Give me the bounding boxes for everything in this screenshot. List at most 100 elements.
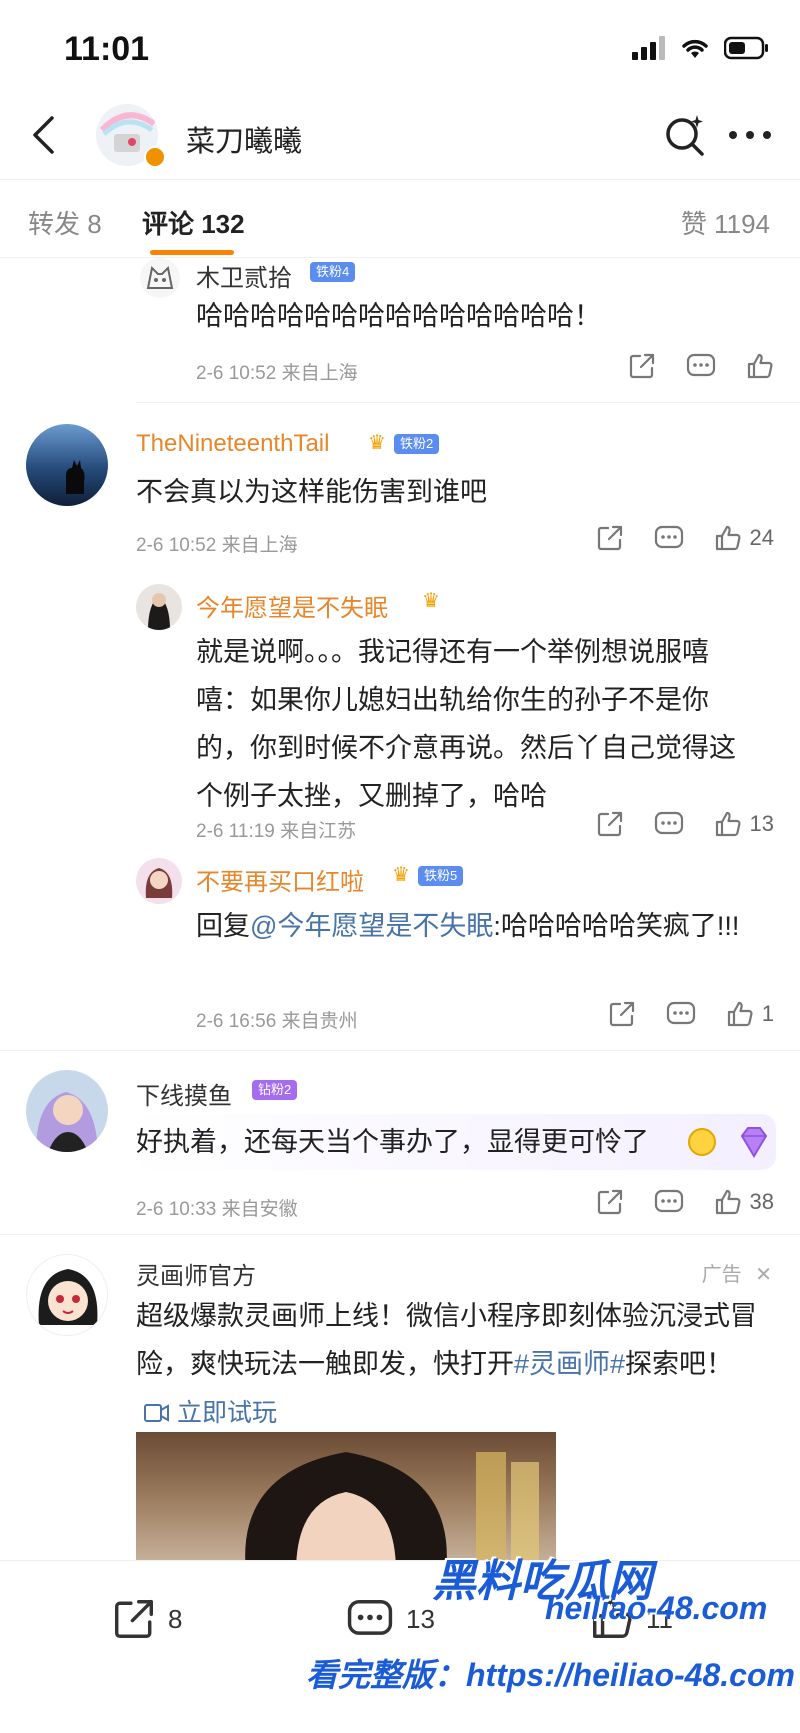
comment-count: 13: [406, 1603, 435, 1634]
thumbs-up-icon: [715, 1189, 741, 1215]
avatar[interactable]: [140, 258, 180, 298]
reply-text: :哈哈哈哈哈笑疯了!!!: [493, 911, 740, 941]
thumbs-up-icon: [727, 1001, 753, 1027]
ad-text-tail: 探索吧！: [625, 1349, 734, 1379]
sweat-emoji-icon: [688, 1128, 716, 1156]
comment-text: 回复@今年愿望是不失眠:哈哈哈哈哈笑疯了!!!: [196, 902, 756, 950]
comment-text: 不会真以为这样能伤害到谁吧: [136, 477, 487, 507]
hashtag-link[interactable]: #灵画师#: [514, 1349, 625, 1379]
like-button[interactable]: [746, 352, 774, 380]
thumbs-up-icon: [715, 811, 741, 837]
fan-badge: 铁粉2: [394, 434, 440, 454]
page-title: 菜刀曦曦: [186, 126, 303, 158]
like-button[interactable]: 13: [714, 810, 774, 838]
fan-badge: 铁粉4: [310, 262, 356, 282]
comment-icon: [654, 1189, 683, 1213]
share-button[interactable]: [596, 1188, 624, 1216]
crown-icon: ♛: [422, 590, 440, 612]
repost-button[interactable]: 8: [112, 1597, 182, 1641]
status-time: 11:01: [64, 30, 150, 68]
play-icon: [144, 1404, 169, 1422]
fan-badge: 铁粉5: [418, 866, 464, 886]
chevron-left-icon: [33, 116, 54, 154]
close-icon[interactable]: ✕: [755, 1264, 772, 1286]
ad-label[interactable]: 广告 ✕: [702, 1258, 772, 1287]
more-button[interactable]: [722, 110, 778, 160]
comment-text: 就是说啊。。。我记得还有一个举例想说服嘻嘻：如果你儿媳妇出轨给你生的孙子不是你的…: [196, 637, 736, 811]
like-count: 1: [761, 1001, 774, 1026]
tab-repost[interactable]: 转发 8: [28, 204, 102, 241]
comment-item: TheNineteenthTail ♛ 铁粉2 不会真以为这样能伤害到谁吧 2-…: [0, 424, 800, 564]
commenter-name[interactable]: 下线摸鱼: [136, 1076, 232, 1111]
like-button[interactable]: 24: [714, 524, 774, 552]
comment-actions: 38: [566, 1188, 774, 1216]
thumbs-up-icon: [747, 353, 773, 379]
tab-bar: 转发 8 评论 132 赞 1194: [0, 180, 800, 258]
verified-badge-icon: [144, 146, 166, 168]
like-count: 24: [749, 525, 774, 550]
share-button[interactable]: [608, 1000, 636, 1028]
comment-icon: [686, 353, 716, 377]
share-button[interactable]: [596, 524, 624, 552]
comment-meta: 2-6 10:33 来自安徽: [136, 1199, 298, 1220]
divider: [0, 1234, 800, 1235]
advertiser-name[interactable]: 灵画师官方: [136, 1256, 256, 1291]
tab-comments[interactable]: 评论 132: [142, 204, 245, 241]
share-icon: [609, 1001, 634, 1027]
comment-text: 哈哈哈哈哈哈哈哈哈哈哈哈哈哈！: [196, 301, 601, 331]
watermark-url: heiliao-48.com: [545, 1590, 768, 1626]
header: 菜刀曦曦: [0, 96, 800, 180]
comment-icon: [666, 1001, 695, 1025]
crown-icon: ♛: [392, 864, 410, 886]
share-icon: [597, 811, 622, 837]
comment-actions: [598, 352, 774, 380]
reply-prefix: 回复: [196, 911, 250, 941]
share-icon: [597, 1189, 622, 1215]
watermark-full-url: 看完整版：https://heiliao-48.com: [306, 1657, 795, 1693]
commenter-name[interactable]: 不要再买口红啦: [196, 862, 364, 897]
share-button[interactable]: [596, 810, 624, 838]
reply-item: 今年愿望是不失眠 ♛ 就是说啊。。。我记得还有一个举例想说服嘻嘻：如果你儿媳妇出…: [0, 584, 800, 842]
commenter-name[interactable]: 木卫贰拾: [196, 258, 292, 293]
comment-button[interactable]: 13: [346, 1597, 435, 1641]
status-icons: [632, 36, 770, 60]
avatar[interactable]: [26, 424, 108, 506]
search-button[interactable]: [660, 110, 710, 160]
commenter-name[interactable]: 今年愿望是不失眠: [196, 588, 388, 623]
reply-button[interactable]: [666, 1000, 696, 1028]
divider: [0, 1050, 800, 1051]
comment-meta: 2-6 11:19 来自江苏: [196, 821, 357, 842]
commenter-name[interactable]: TheNineteenthTail: [136, 430, 329, 458]
avatar[interactable]: [26, 1070, 108, 1152]
like-button[interactable]: 38: [714, 1188, 774, 1216]
avatar[interactable]: [136, 858, 182, 904]
comment-actions: 1: [578, 1000, 774, 1028]
search-sparkle-icon: [666, 115, 704, 156]
fan-badge: 钻粉2: [252, 1080, 298, 1100]
reply-button[interactable]: [654, 810, 684, 838]
mention-link[interactable]: @今年愿望是不失眠: [250, 911, 493, 941]
wifi-icon: [682, 39, 708, 58]
comment-meta: 2-6 10:52 来自上海: [136, 535, 298, 556]
reply-button[interactable]: [654, 1188, 684, 1216]
bottom-action-bar: 8 13 11: [0, 1560, 800, 1733]
tab-likes[interactable]: 赞 1194: [681, 204, 770, 241]
reply-button[interactable]: [654, 524, 684, 552]
avatar[interactable]: [26, 1254, 108, 1336]
comment-actions: 24: [566, 524, 774, 552]
signal-icon: [632, 36, 665, 60]
thumbs-up-icon: [715, 525, 741, 551]
share-button[interactable]: [628, 352, 656, 380]
reply-item: 不要再买口红啦 ♛ 铁粉5 回复@今年愿望是不失眠:哈哈哈哈哈笑疯了!!! 2-…: [0, 858, 800, 1038]
reply-button[interactable]: [686, 352, 716, 380]
like-count: 38: [749, 1189, 774, 1214]
avatar[interactable]: [136, 584, 182, 630]
comment-actions: 13: [566, 810, 774, 838]
like-button[interactable]: 1: [726, 1000, 774, 1028]
try-now-link[interactable]: 立即试玩: [144, 1399, 277, 1427]
back-button[interactable]: [18, 110, 68, 160]
share-icon: [597, 525, 622, 551]
comment-icon: [654, 525, 683, 549]
active-tab-indicator: [150, 250, 234, 255]
comment-item: 下线摸鱼 钻粉2 好执着，还每天当个事办了，显得更可怜了 2-6 10:33 来…: [0, 1070, 800, 1230]
